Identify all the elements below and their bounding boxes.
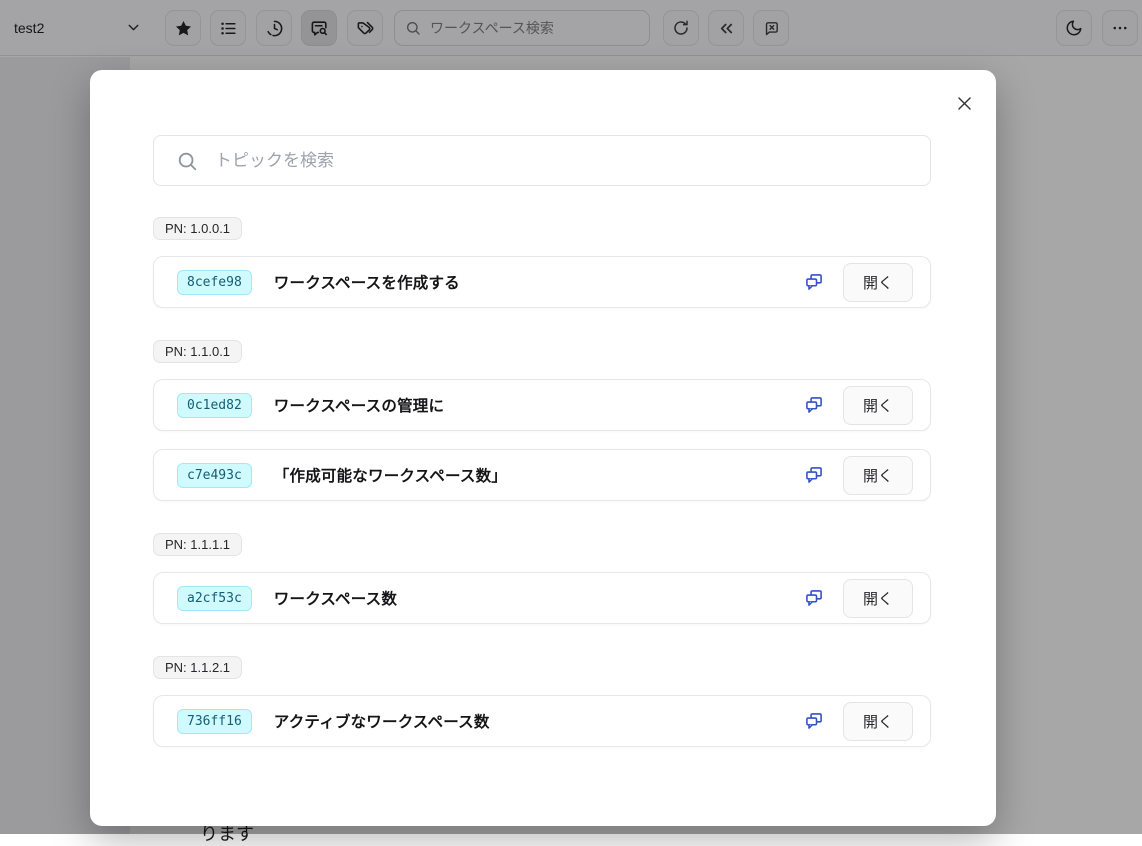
group-items: 0c1ed82 ワークスペースの管理に 開く c7e493c 「作成可能なワーク… bbox=[153, 379, 931, 501]
topic-code-badge: c7e493c bbox=[177, 462, 252, 488]
modal-close-button[interactable] bbox=[951, 90, 977, 116]
open-button-label: 開く bbox=[862, 590, 893, 608]
chat-bubbles-icon[interactable] bbox=[804, 395, 824, 415]
topic-groups: PN: 1.0.0.1 8cefe98 ワークスペースを作成する 開く PN: … bbox=[153, 217, 931, 779]
topic-row[interactable]: a2cf53c ワークスペース数 開く bbox=[153, 572, 931, 624]
topic-group: PN: 1.1.2.1 736ff16 アクティブなワークスペース数 開く bbox=[153, 656, 931, 747]
open-button-label: 開く bbox=[862, 713, 893, 731]
topic-title: ワークスペース数 bbox=[273, 591, 398, 608]
topic-group: PN: 1.1.1.1 a2cf53c ワークスペース数 開く bbox=[153, 533, 931, 624]
topic-group: PN: 1.0.0.1 8cefe98 ワークスペースを作成する 開く bbox=[153, 217, 931, 308]
topic-search-field[interactable] bbox=[153, 135, 931, 186]
pn-badge: PN: 1.0.0.1 bbox=[153, 217, 243, 240]
chat-bubbles-icon[interactable] bbox=[804, 711, 824, 731]
topic-title: ワークスペースを作成する bbox=[273, 275, 460, 292]
group-items: 736ff16 アクティブなワークスペース数 開く bbox=[153, 695, 931, 747]
topic-code-badge: a2cf53c bbox=[177, 585, 252, 611]
topic-row[interactable]: c7e493c 「作成可能なワークスペース数」 開く bbox=[153, 449, 931, 501]
topic-group: PN: 1.1.0.1 0c1ed82 ワークスペースの管理に 開く c7e49… bbox=[153, 340, 931, 501]
open-button[interactable]: 開く bbox=[842, 455, 913, 495]
topic-code-badge: 736ff16 bbox=[177, 708, 252, 734]
topic-title: アクティブなワークスペース数 bbox=[273, 714, 490, 731]
close-icon bbox=[955, 94, 974, 113]
pn-badge: PN: 1.1.2.1 bbox=[153, 656, 243, 679]
topic-search-input[interactable] bbox=[215, 150, 912, 171]
topic-title: 「作成可能なワークスペース数」 bbox=[273, 468, 507, 485]
topic-row[interactable]: 8cefe98 ワークスペースを作成する 開く bbox=[153, 256, 931, 308]
open-button[interactable]: 開く bbox=[842, 385, 913, 425]
pn-badge: PN: 1.1.1.1 bbox=[153, 533, 243, 556]
topic-row[interactable]: 736ff16 アクティブなワークスペース数 開く bbox=[153, 695, 931, 747]
topic-code-badge: 8cefe98 bbox=[177, 269, 252, 295]
topic-row[interactable]: 0c1ed82 ワークスペースの管理に 開く bbox=[153, 379, 931, 431]
chat-bubbles-icon[interactable] bbox=[804, 465, 824, 485]
topic-title: ワークスペースの管理に bbox=[273, 398, 445, 415]
open-button[interactable]: 開く bbox=[842, 262, 913, 302]
search-icon bbox=[176, 150, 198, 172]
group-items: a2cf53c ワークスペース数 開く bbox=[153, 572, 931, 624]
group-items: 8cefe98 ワークスペースを作成する 開く bbox=[153, 256, 931, 308]
open-button-label: 開く bbox=[862, 397, 893, 415]
open-button[interactable]: 開く bbox=[842, 701, 913, 741]
topic-search-modal: PN: 1.0.0.1 8cefe98 ワークスペースを作成する 開く PN: … bbox=[90, 70, 996, 826]
chat-bubbles-icon[interactable] bbox=[804, 272, 824, 292]
pn-badge: PN: 1.1.0.1 bbox=[153, 340, 243, 363]
open-button-label: 開く bbox=[862, 467, 893, 485]
chat-bubbles-icon[interactable] bbox=[804, 588, 824, 608]
open-button[interactable]: 開く bbox=[842, 578, 913, 618]
open-button-label: 開く bbox=[862, 274, 893, 292]
topic-code-badge: 0c1ed82 bbox=[177, 392, 252, 418]
